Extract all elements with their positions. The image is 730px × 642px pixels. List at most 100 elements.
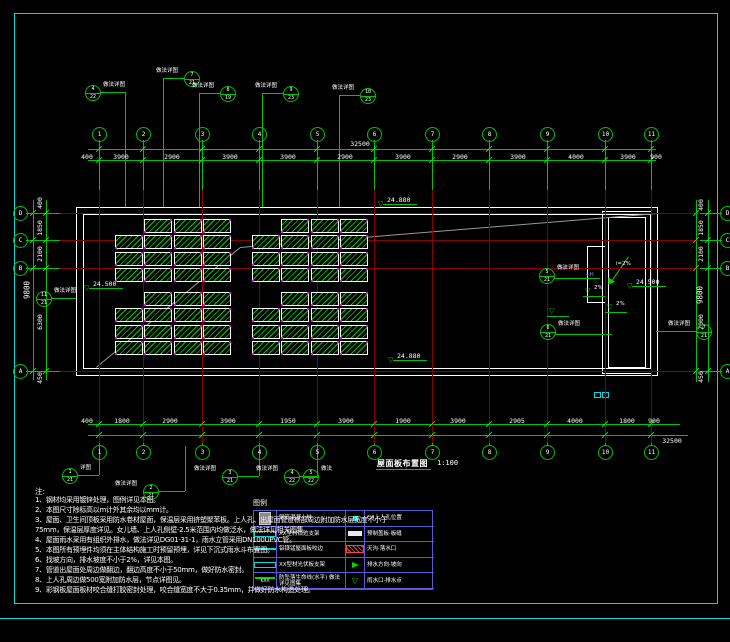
callout-number: 10	[361, 89, 375, 97]
column-bubble-top: 11	[644, 127, 659, 142]
elevation-value: 24.880	[397, 352, 420, 360]
cad-drawing-canvas[interactable]: 32500 32500 9800 9800 屋面板布置图 1:100 注: 图例…	[0, 0, 730, 642]
solar-panel	[311, 292, 339, 306]
dim-label: 400	[81, 153, 93, 161]
note-line: 8、上人孔周边做500宽附加防水层，节点详图见。	[35, 577, 186, 585]
elevation-flag-icon: ▽	[388, 357, 393, 364]
dim-label: 3900	[338, 417, 354, 425]
solar-panel	[115, 308, 143, 322]
slope-label: 2%	[616, 302, 625, 308]
column-bubble-top: 7	[425, 127, 440, 142]
dim-label: 3900	[220, 417, 236, 425]
dim-label: 450	[36, 372, 44, 384]
solar-panel	[174, 325, 202, 339]
solar-panel	[311, 235, 339, 249]
solar-panel	[115, 235, 143, 249]
row-bubble-right: D	[720, 206, 730, 221]
solar-panel	[115, 341, 143, 355]
column-bubble-top: 2	[136, 127, 151, 142]
solar-panel	[144, 292, 172, 306]
callout-number: 7	[185, 72, 199, 80]
solar-panel	[144, 325, 172, 339]
dim-label: 1850	[697, 220, 705, 236]
column-bubble-top: 6	[367, 127, 382, 142]
solar-panel	[281, 308, 309, 322]
detail-callout: 621	[540, 324, 556, 340]
column-bubble-bottom: 1	[92, 445, 107, 460]
callout-label: 做法详图	[194, 467, 216, 473]
solar-panel	[311, 308, 339, 322]
solar-panel	[144, 341, 172, 355]
elevation-value: 24.880	[387, 196, 410, 204]
callout-sheet: 21	[223, 478, 237, 484]
column-bubble-top: 5	[310, 127, 325, 142]
solar-panel	[281, 252, 309, 266]
note-line: 3、屋面、卫生间顶板采用防水卷材屋面，保温层采用挤塑聚苯板。上人孔、出屋面管道根…	[35, 517, 388, 525]
solar-panel	[340, 341, 368, 355]
callout-sheet: 22	[285, 478, 299, 484]
solar-panel	[174, 341, 202, 355]
dim-label: 4000	[567, 417, 583, 425]
solar-panel	[311, 268, 339, 282]
callout-number: 5	[304, 470, 318, 478]
callout-label: 做法详图	[54, 289, 76, 295]
callout-sheet: 21	[37, 300, 51, 306]
callout-label: 做法详图	[115, 482, 137, 488]
dim-label: 400	[697, 199, 705, 211]
solar-panel	[203, 292, 231, 306]
solar-panel	[115, 268, 143, 282]
dim-label: 4000	[568, 153, 584, 161]
slope-label: 2%	[594, 286, 603, 292]
column-bubble-bottom: 11	[644, 445, 659, 460]
dim-label: 3900	[620, 153, 636, 161]
solar-panel	[340, 325, 368, 339]
solar-panel	[174, 308, 202, 322]
callout-sheet: 21	[540, 277, 554, 283]
note-line: 75mm，保温层厚度详见。女儿墙、上人孔侧壁-2.5米范围内均做泛水，做法详见相…	[35, 527, 310, 535]
dim-label: 2900	[164, 153, 180, 161]
solar-panel	[252, 308, 280, 322]
callout-label: 做法详图	[256, 467, 278, 473]
elevation-underline	[89, 288, 123, 289]
callout-label: 做法详图	[558, 322, 580, 328]
column-gridline	[489, 190, 490, 443]
detail-callout: 422	[85, 85, 101, 101]
note-line: 5、本图所有预埋件均须在主体结构施工时预留预埋，详见下沉式雨水斗布置图。	[35, 547, 274, 555]
slope-flag-icon: ▽	[585, 288, 590, 295]
dim-label: 2100	[36, 246, 44, 262]
row-bubble-left: D	[13, 206, 28, 221]
solar-panel	[281, 235, 309, 249]
callout-number: 3	[223, 470, 237, 478]
dim-label: 6300	[36, 314, 44, 330]
detail-callout: 422	[284, 469, 300, 485]
elevation-value: 24.500	[93, 280, 116, 288]
column-bubble-top: 4	[252, 127, 267, 142]
generated-drawing-elements: 11223344556677889910101111DDCCBBAA400390…	[0, 0, 730, 642]
column-bubble-bottom: 4	[252, 445, 267, 460]
column-gridline	[605, 190, 606, 443]
solar-panel	[144, 268, 172, 282]
elevation-flag-icon: ▽	[627, 283, 632, 290]
elevation-underline	[393, 360, 427, 361]
solar-panel	[144, 219, 172, 233]
column-bubble-bottom: 9	[540, 445, 555, 460]
solar-panel	[311, 252, 339, 266]
solar-panel	[281, 325, 309, 339]
dim-label: 1800	[114, 417, 130, 425]
solar-panel	[311, 219, 339, 233]
row-bubble-left: C	[13, 233, 28, 248]
column-bubble-bottom: 5	[310, 445, 325, 460]
dim-label: 1800	[619, 417, 635, 425]
solar-panel	[174, 268, 202, 282]
dim-label: 900	[648, 417, 660, 425]
callout-number: 1	[63, 469, 77, 477]
column-bubble-bottom: 7	[425, 445, 440, 460]
detail-callout: 1121	[36, 291, 52, 307]
solar-panel	[281, 341, 309, 355]
detail-callout: 521	[539, 268, 555, 284]
column-gridline	[651, 190, 652, 443]
callout-sheet: 21	[63, 477, 77, 483]
row-bubble-right: A	[720, 364, 730, 379]
note-line: 1、钢材均采用镀锌处理，图例详见本图。	[35, 497, 160, 505]
slope-note: i=2%	[616, 262, 631, 268]
